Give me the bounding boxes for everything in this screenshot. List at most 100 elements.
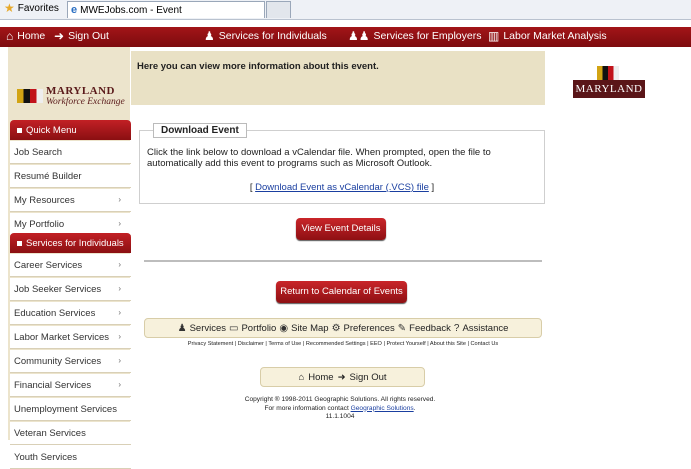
download-vcs-link[interactable]: Download Event as vCalendar (.VCS) file: [255, 182, 429, 193]
footer-home-link[interactable]: Home: [308, 372, 333, 383]
sidebar-item-label: Community Services: [14, 355, 102, 367]
footer-portfolio-link[interactable]: Portfolio: [241, 323, 276, 334]
footer-preferences-link[interactable]: Preferences: [344, 323, 395, 334]
sidebar-item-unemployment-services[interactable]: Unemployment Services: [10, 398, 131, 421]
nav-sign-out-label: Sign Out: [68, 30, 109, 42]
people-icon: ♟♟: [348, 29, 370, 43]
sidebar: MARYLAND Workforce Exchange Quick Menu J…: [8, 47, 131, 469]
chevron-right-icon: ›: [118, 260, 121, 269]
download-event-legend: Download Event: [153, 123, 247, 138]
footer-services-link[interactable]: Services: [190, 323, 226, 334]
feedback-icon: ✎: [397, 322, 407, 334]
footer-sitemap-link[interactable]: Site Map: [291, 323, 329, 334]
nav-sign-out-link[interactable]: ➜ Sign Out: [54, 30, 109, 42]
favorites-button[interactable]: ★ Favorites: [4, 2, 59, 14]
sidebar-item-label: Unemployment Services: [14, 403, 117, 415]
nav-home-link[interactable]: ⌂ Home: [6, 30, 45, 42]
sidebar-item-my-resources[interactable]: My Resources ›: [10, 189, 131, 212]
sidebar-item-label: Financial Services: [14, 379, 92, 391]
chart-icon: ▥: [488, 29, 500, 43]
nav-services-employers-label: Services for Employers: [373, 30, 482, 42]
geographic-solutions-link[interactable]: Geographic Solutions: [351, 405, 414, 412]
footer-home-bar: ⌂ Home ➜ Sign Out: [260, 367, 425, 387]
square-bullet-icon: [17, 240, 22, 246]
services-individuals-header: Services for Individuals: [10, 233, 131, 253]
sidebar-item-label: Education Services: [14, 307, 96, 319]
maryland-crest-icon: [597, 66, 619, 80]
nav-home-label: Home: [17, 30, 46, 42]
copyright-text: Copyright ® 1998-2011 Geographic Solutio…: [244, 396, 436, 403]
person-icon: ♟: [204, 29, 215, 43]
footer-nav: ♟ Services ▭ Portfolio ◉ Site Map ⚙ Pref…: [144, 318, 542, 338]
sidebar-item-label: Youth Services: [14, 451, 78, 463]
folder-icon: ▭: [229, 322, 239, 334]
copyright-block: Copyright ® 1998-2011 Geographic Solutio…: [200, 396, 480, 422]
top-navigation: ⌂ Home ➜ Sign Out ♟ Services for Individ…: [0, 27, 691, 47]
ie-icon: e: [71, 4, 78, 16]
square-bullet-icon: [17, 127, 22, 133]
person-icon: ♟: [177, 322, 187, 334]
sidebar-item-veteran-services[interactable]: Veteran Services: [10, 422, 131, 445]
star-icon: ★: [4, 1, 15, 15]
new-tab-button[interactable]: [266, 1, 291, 18]
footer-assistance-link[interactable]: Assistance: [462, 323, 508, 334]
sidebar-item-label: Job Search: [14, 146, 63, 158]
sitemap-icon: ◉: [279, 322, 289, 334]
nav-services-employers-link[interactable]: ♟♟ Services for Employers: [348, 30, 481, 42]
sidebar-item-label: Career Services: [14, 259, 83, 271]
chevron-right-icon: ›: [118, 380, 121, 389]
chevron-right-icon: ›: [118, 356, 121, 365]
download-link-row: [ Download Event as vCalendar (.VCS) fil…: [140, 182, 544, 193]
maryland-flag-icon: [17, 89, 43, 103]
quick-menu-header: Quick Menu: [10, 120, 131, 140]
site-logo[interactable]: MARYLAND Workforce Exchange: [8, 55, 130, 115]
nav-labor-market-link[interactable]: ▥ Labor Market Analysis: [488, 30, 607, 42]
sidebar-item-label: My Portfolio: [14, 218, 65, 230]
sign-out-icon: ➜: [337, 371, 346, 383]
return-to-calendar-button[interactable]: Return to Calendar of Events: [276, 281, 407, 303]
logo-line2: Workforce Exchange: [46, 97, 125, 107]
sidebar-item-label: My Resources: [14, 194, 75, 206]
services-individuals-title: Services for Individuals: [26, 237, 124, 249]
link-bracket-close: ]: [428, 182, 435, 193]
sidebar-item-community-services[interactable]: Community Services ›: [10, 350, 131, 373]
sidebar-item-job-seeker-services[interactable]: Job Seeker Services ›: [10, 278, 131, 301]
sidebar-item-label: Veteran Services: [14, 427, 86, 439]
sidebar-item-resum-builder[interactable]: Resumé Builder: [10, 165, 131, 188]
browser-tab[interactable]: e MWEJobs.com - Event: [67, 1, 265, 18]
maryland-logo-text: MARYLAND: [573, 80, 645, 98]
contact-line: For more information contact Geographic …: [200, 405, 480, 414]
download-event-description: Click the link below to download a vCale…: [147, 147, 491, 169]
footer-links[interactable]: Privacy Statement | Disclaimer | Terms o…: [144, 341, 542, 347]
nav-services-individuals-label: Services for Individuals: [218, 30, 327, 42]
sidebar-item-job-search[interactable]: Job Search: [10, 141, 131, 164]
contact-prefix: For more information contact: [264, 404, 351, 412]
nav-services-individuals-link[interactable]: ♟ Services for Individuals: [204, 30, 327, 42]
sidebar-item-label: Labor Market Services: [14, 331, 110, 343]
sign-out-icon: ➜: [54, 29, 65, 43]
view-event-details-button[interactable]: View Event Details: [296, 218, 386, 240]
help-icon: ?: [453, 322, 460, 334]
sidebar-item-education-services[interactable]: Education Services ›: [10, 302, 131, 325]
sidebar-item-label: Job Seeker Services: [14, 283, 102, 295]
download-event-box: Download Event Click the link below to d…: [139, 123, 545, 204]
footer-feedback-link[interactable]: Feedback: [409, 323, 451, 334]
sidebar-item-label: Resumé Builder: [14, 170, 82, 182]
home-icon: ⌂: [6, 29, 14, 43]
maryland-logo: MARYLAND: [573, 66, 645, 100]
chevron-right-icon: ›: [118, 195, 121, 204]
contact-suffix: .: [413, 404, 416, 412]
chevron-right-icon: ›: [118, 219, 121, 228]
sidebar-item-career-services[interactable]: Career Services ›: [10, 254, 131, 277]
sidebar-item-financial-services[interactable]: Financial Services ›: [10, 374, 131, 397]
nav-labor-market-label: Labor Market Analysis: [503, 30, 607, 42]
sidebar-item-youth-services[interactable]: Youth Services: [10, 446, 131, 469]
banner-text: Here you can view more information about…: [137, 61, 379, 72]
chevron-right-icon: ›: [118, 284, 121, 293]
info-banner: Here you can view more information about…: [131, 51, 545, 105]
sidebar-item-labor-market-services[interactable]: Labor Market Services ›: [10, 326, 131, 349]
footer-sign-out-link[interactable]: Sign Out: [350, 372, 387, 383]
version-text: 11.1.1004: [325, 413, 355, 421]
divider: [144, 260, 542, 262]
chevron-right-icon: ›: [118, 308, 121, 317]
